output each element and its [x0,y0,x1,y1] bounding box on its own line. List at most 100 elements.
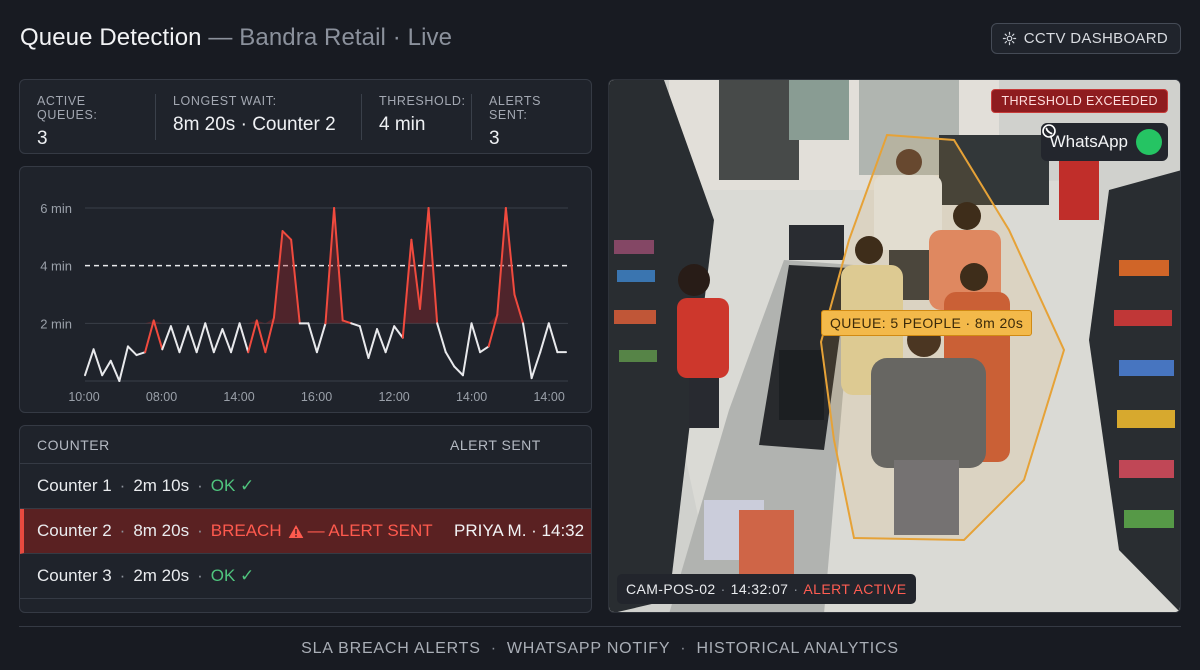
page-title: Queue Detection — Bandra Retail · Live [20,24,452,52]
series-segment-breach [152,319,164,351]
series-segment [126,345,138,357]
footer-features: SLA BREACH ALERTS · WHATSAPP NOTIFY · HISTOR… [301,640,899,657]
series-segment [522,322,533,380]
series-segment [118,345,129,382]
series-segment [92,348,104,377]
counter-name: Counter 2 [37,521,112,540]
page-title-main: Queue Detection [20,24,202,51]
stat-active-queues: ACTIVE QUEUES: 3 [20,94,156,149]
counter-wait: 2m 10s [133,476,190,495]
y-tick-label: 6 min [40,201,72,216]
x-tick-label: 08:00 [146,390,177,404]
camera-alert-status: ALERT ACTIVE [803,581,907,597]
series-segment [376,328,387,354]
series-segment [84,348,95,377]
series-segment [238,322,250,354]
series-segment [307,322,318,354]
stat-label: LONGEST WAIT: [173,94,277,108]
series-segment [101,359,112,377]
camera-feed[interactable]: THRESHOLD EXCEEDED WhatsApp QUEUE: 5 PEO… [608,79,1181,613]
page-subtitle: — Bandra Retail · Live [208,24,453,51]
table-row[interactable]: Counter 3 · 2m 20s · OK ✓ [20,554,591,599]
counter-name: Counter 1 [37,476,112,495]
counter-table: COUNTER ALERT SENT Counter 1 · 2m 10s · … [19,425,592,613]
series-segment [187,325,198,354]
series-segment [470,322,482,354]
series-segment [204,322,215,354]
table-row[interactable]: Counter 2 · 8m 20s · BREACH — ALERT SENT… [20,509,591,554]
footer-item-analytics: HISTORICAL ANALYTICS [696,640,899,657]
status-ok: OK ✓ [210,476,255,495]
table-header: COUNTER ALERT SENT [20,426,591,464]
series-segment [461,322,473,377]
stat-label: THRESHOLD: [379,94,466,108]
series-segment [393,325,404,339]
counter-name: Counter 3 [37,566,112,585]
series-segment [453,365,464,377]
stat-threshold: THRESHOLD: 4 min [362,94,472,140]
warning-icon [288,524,303,538]
header-alert-sent: ALERT SENT [450,436,541,453]
series-segment [169,325,181,354]
footer-item-sla: SLA BREACH ALERTS [301,640,481,657]
series-segment [384,325,396,354]
stat-value: 4 min [379,114,426,135]
x-tick-label: 12:00 [378,390,409,404]
camera-timestamp: 14:32:07 [730,581,789,597]
stat-value: 3 [37,128,48,149]
series-segment [315,322,327,354]
x-tick-label: 14:00 [223,390,254,404]
stat-value: 3 [489,128,500,149]
stat-label: ALERTS SENT: [489,94,542,122]
series-segment [195,322,207,354]
stat-value: 8m 20s · Counter 2 [173,114,336,135]
cctv-dashboard-button[interactable]: CCTV DASHBOARD [990,23,1181,54]
series-segment [178,325,190,354]
x-tick-label: 16:00 [301,390,332,404]
camera-status-bar: CAM-POS-02 · 14:32:07 · ALERT ACTIVE [617,574,916,604]
series-segment [358,325,370,359]
series-segment [230,322,241,354]
camera-id: CAM-POS-02 [626,581,716,597]
series-segment-breach [247,319,258,354]
status-ok: OK ✓ [210,566,255,585]
x-tick-label: 14:00 [533,390,564,404]
series-segment [444,351,456,368]
series-segment [530,351,542,380]
series-segment [436,322,447,354]
threshold-exceeded-badge: THRESHOLD EXCEEDED [991,89,1168,113]
wait-time-chart: 6 min 4 min 2 min 10:00 08:00 14:00 16:00 12:00… [19,166,592,413]
alert-sent-cell: PRIYA M. · 14:32 [454,521,585,540]
series-segment [212,328,224,354]
series-segment [479,345,490,354]
stat-longest-wait: LONGEST WAIT: 8m 20s · Counter 2 [156,94,362,140]
cctv-dashboard-label: CCTV DASHBOARD [1023,30,1168,47]
status-breach: BREACH [210,521,282,540]
series-segment-breach [255,319,267,354]
footer-divider [19,626,1181,627]
x-tick-label: 14:00 [456,390,487,404]
series-segment-breach [144,319,155,354]
series-segment [367,328,379,359]
series-segment [161,325,172,351]
gear-icon [1002,31,1016,46]
stat-label: ACTIVE QUEUES: [37,94,98,122]
series-segment [547,322,559,354]
counter-wait: 2m 20s [133,566,190,585]
chart-svg: 6 min 4 min 2 min 10:00 08:00 14:00 16:00 12:00… [40,201,568,404]
whatsapp-icon [1041,124,1162,155]
stat-alerts-sent: ALERTS SENT: 3 [472,94,590,149]
status-alert-sent: — ALERT SENT [307,521,433,540]
queue-count-label: QUEUE: 5 PEOPLE · 8m 20s [821,310,1033,336]
series-segment [539,322,550,354]
stats-panel: ACTIVE QUEUES: 3 LONGEST WAIT: 8m 20s · … [19,79,592,154]
y-tick-label: 4 min [40,259,72,274]
table-row[interactable]: Counter 1 · 2m 10s · OK ✓ [20,464,591,509]
whatsapp-label: WhatsApp [1049,132,1128,151]
counter-wait: 8m 20s [133,521,190,540]
y-tick-label: 2 min [40,316,72,331]
series-segment [135,351,147,357]
whatsapp-badge[interactable]: WhatsApp [1040,123,1168,161]
header-counter: COUNTER [37,436,110,453]
series-segment [109,359,121,382]
